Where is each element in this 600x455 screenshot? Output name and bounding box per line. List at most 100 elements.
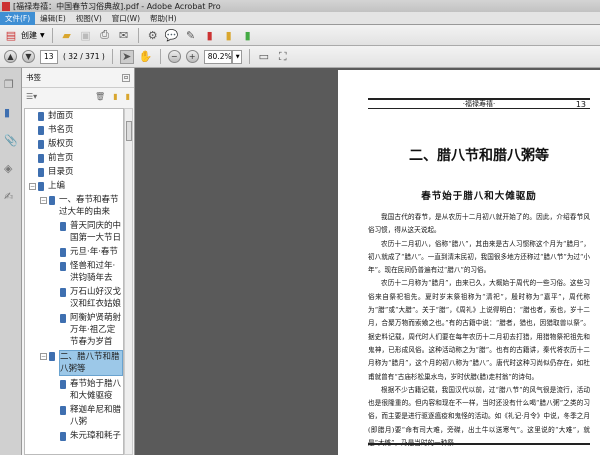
bookmark-item[interactable]: 释迦牟尼和腊八粥: [25, 403, 123, 429]
export-document-icon[interactable]: ▮: [241, 28, 255, 42]
delete-bookmark-icon[interactable]: 🗑: [95, 92, 105, 101]
bookmark-label: 怪兽和过年·洪钧骑年去: [70, 261, 116, 283]
bookmark-item[interactable]: 版权页: [25, 137, 123, 151]
bookmark-icon: [60, 262, 66, 271]
separator: [159, 49, 161, 64]
bookmark-label: 释迦牟尼和腊八粥: [70, 405, 122, 427]
page-number: 13: [575, 99, 586, 109]
bookmark-icon: [60, 248, 66, 257]
zoom-out-button[interactable]: −: [167, 50, 181, 63]
zoom-dropdown-icon[interactable]: ▼: [231, 49, 242, 64]
open-folder-icon[interactable]: ▰: [60, 28, 74, 42]
chapter-title: 二、腊八节和腊八粥等: [409, 148, 549, 164]
zoom-level[interactable]: 80.2%: [203, 49, 232, 64]
paragraph: 农历十二月初八，俗称“腊八”，其由来是古人习惯称这个月为“腊月”，初八就成了“腊…: [368, 239, 590, 275]
scrollbar-thumb[interactable]: [126, 121, 132, 141]
bookmark-label: 阿衡妒贤萌射万年·祖乙定节春为岁首: [70, 313, 122, 347]
bookmark-item[interactable]: − 二、腊八节和腊八粥等: [25, 349, 123, 377]
hand-tool-icon[interactable]: ✋: [139, 50, 153, 64]
bookmark-item[interactable]: 朱元璋和耗子: [25, 429, 123, 443]
bookmarks-scrollbar[interactable]: [124, 108, 133, 455]
bookmark-icon: [60, 288, 66, 297]
next-page-button[interactable]: ▼: [22, 50, 35, 63]
bookmark-item[interactable]: 万石山好汉戈汉和红衣姑娘: [25, 285, 123, 311]
running-header: ·福禄寿禧· 13: [368, 98, 590, 109]
bookmark-label: 上编: [48, 181, 66, 191]
bookmark-label: 二、腊八节和腊八粥等: [59, 350, 123, 376]
sign-document-icon[interactable]: ▮: [222, 28, 236, 42]
bookmarks-panel-header: 书签 ▫: [22, 68, 134, 88]
paragraph: 我国古代的春节，是从农历十二月初八就开始了的。因此，介绍春节风俗习惯，得从这天说…: [368, 213, 590, 235]
menu-help[interactable]: 帮助(H): [145, 12, 182, 25]
bookmark-item[interactable]: 春节始于腊八和大傩驱疫: [25, 377, 123, 403]
bookmark-icon: [49, 196, 55, 205]
bookmark-item[interactable]: − 上编: [25, 179, 123, 193]
select-tool-icon[interactable]: ➤: [119, 49, 134, 64]
attachments-icon[interactable]: 📎: [4, 134, 18, 148]
bookmark-icon: [49, 352, 55, 361]
separator: [111, 49, 113, 64]
previous-page-button[interactable]: ▲: [4, 50, 17, 63]
bookmark-item[interactable]: 阿衡妒贤萌射万年·祖乙定节春为岁首: [25, 311, 123, 349]
layers-icon[interactable]: ◈: [4, 162, 18, 176]
bookmark-item[interactable]: − 一、春节和春节过大年的由来: [25, 193, 123, 219]
separator: [248, 49, 250, 64]
bookmark-item[interactable]: 书名页: [25, 123, 123, 137]
zoom-in-button[interactable]: +: [185, 50, 199, 63]
signatures-icon[interactable]: ✍: [4, 190, 18, 204]
bookmark-label: 普天同庆的中国第一大节日: [70, 221, 122, 243]
separator: [51, 27, 53, 43]
full-screen-icon[interactable]: ⛶: [276, 50, 290, 64]
zoom-select[interactable]: 80.2% ▼: [203, 49, 242, 64]
bookmark-item[interactable]: 元旦·年·春节: [25, 245, 123, 259]
bookmark-icon: [60, 314, 66, 323]
bookmarks-panel: 书签 ▫ ☰▾ 🗑 ▮ ▮ 封面页 书名页 版权页 前言页 目录页 − 上编 − 一、春节和春节…: [22, 68, 135, 455]
bookmarks-tree: 封面页 书名页 版权页 前言页 目录页 − 上编 − 一、春节和春节过大年的由来 普天同庆的中国第…: [24, 108, 124, 455]
collapse-toggle-icon[interactable]: −: [29, 183, 36, 190]
menu-file[interactable]: 文件(F): [0, 11, 36, 25]
bookmark-icon: [38, 168, 44, 177]
expand-bookmark-icon[interactable]: ▮: [126, 92, 130, 101]
bookmark-label: 目录页: [48, 167, 74, 177]
secure-document-icon[interactable]: ▮: [203, 28, 217, 42]
create-label: 创建: [21, 30, 37, 40]
close-panel-icon[interactable]: ▫: [122, 73, 130, 82]
menu-window[interactable]: 窗口(W): [107, 12, 145, 25]
comment-icon[interactable]: 💬: [165, 28, 179, 42]
bookmark-item[interactable]: 前言页: [25, 151, 123, 165]
bookmark-label: 前言页: [48, 153, 74, 163]
bookmark-icon: [38, 182, 44, 191]
print-icon[interactable]: ⎙: [98, 28, 112, 42]
bookmark-icon: [60, 380, 66, 389]
bookmarks-toolbar: ☰▾ 🗑 ▮ ▮: [22, 88, 134, 104]
bookmark-label: 版权页: [48, 139, 74, 149]
settings-gear-icon[interactable]: ⚙: [146, 28, 160, 42]
bookmark-label: 万石山好汉戈汉和红衣姑娘: [70, 287, 122, 309]
collapse-toggle-icon[interactable]: −: [40, 197, 47, 204]
save-icon[interactable]: ▣: [79, 28, 93, 42]
fit-page-icon[interactable]: ▭: [257, 50, 271, 64]
create-button[interactable]: ▤ 创建 ▼: [4, 28, 45, 42]
bookmark-item[interactable]: 封面页: [25, 109, 123, 123]
menu-view[interactable]: 视图(V): [71, 12, 107, 25]
menu-edit[interactable]: 编辑(E): [35, 12, 71, 25]
page-number-input[interactable]: 13: [40, 49, 58, 64]
bookmarks-panel-title: 书签: [26, 73, 41, 82]
document-canvas: ·福禄寿禧· 13 二、腊八节和腊八粥等 春节始于腊八和大傩驱励 我国古代的春节…: [135, 68, 600, 455]
bookmark-item[interactable]: 怪兽和过年·洪钧骑年去: [25, 259, 123, 285]
bookmark-icon: [38, 126, 44, 135]
highlight-icon[interactable]: ✎: [184, 28, 198, 42]
pages-panel-icon[interactable]: ❐: [4, 78, 18, 92]
new-bookmark-icon[interactable]: ▮: [113, 92, 117, 101]
options-menu-icon[interactable]: ☰▾: [26, 92, 37, 101]
body-text: 我国古代的春节，是从农历十二月初八就开始了的。因此，介绍春节风俗习惯，得从这天说…: [368, 211, 590, 450]
bookmark-item[interactable]: 目录页: [25, 165, 123, 179]
collapse-toggle-icon[interactable]: −: [40, 353, 47, 360]
bookmarks-panel-icon[interactable]: ▮: [4, 106, 18, 120]
bookmark-icon: [60, 406, 66, 415]
bookmark-icon: [38, 112, 44, 121]
page-count: ( 32 / 371 ): [63, 52, 105, 61]
bookmark-label: 一、春节和春节过大年的由来: [59, 195, 119, 217]
email-icon[interactable]: ✉: [117, 28, 131, 42]
bookmark-item[interactable]: 普天同庆的中国第一大节日: [25, 219, 123, 245]
